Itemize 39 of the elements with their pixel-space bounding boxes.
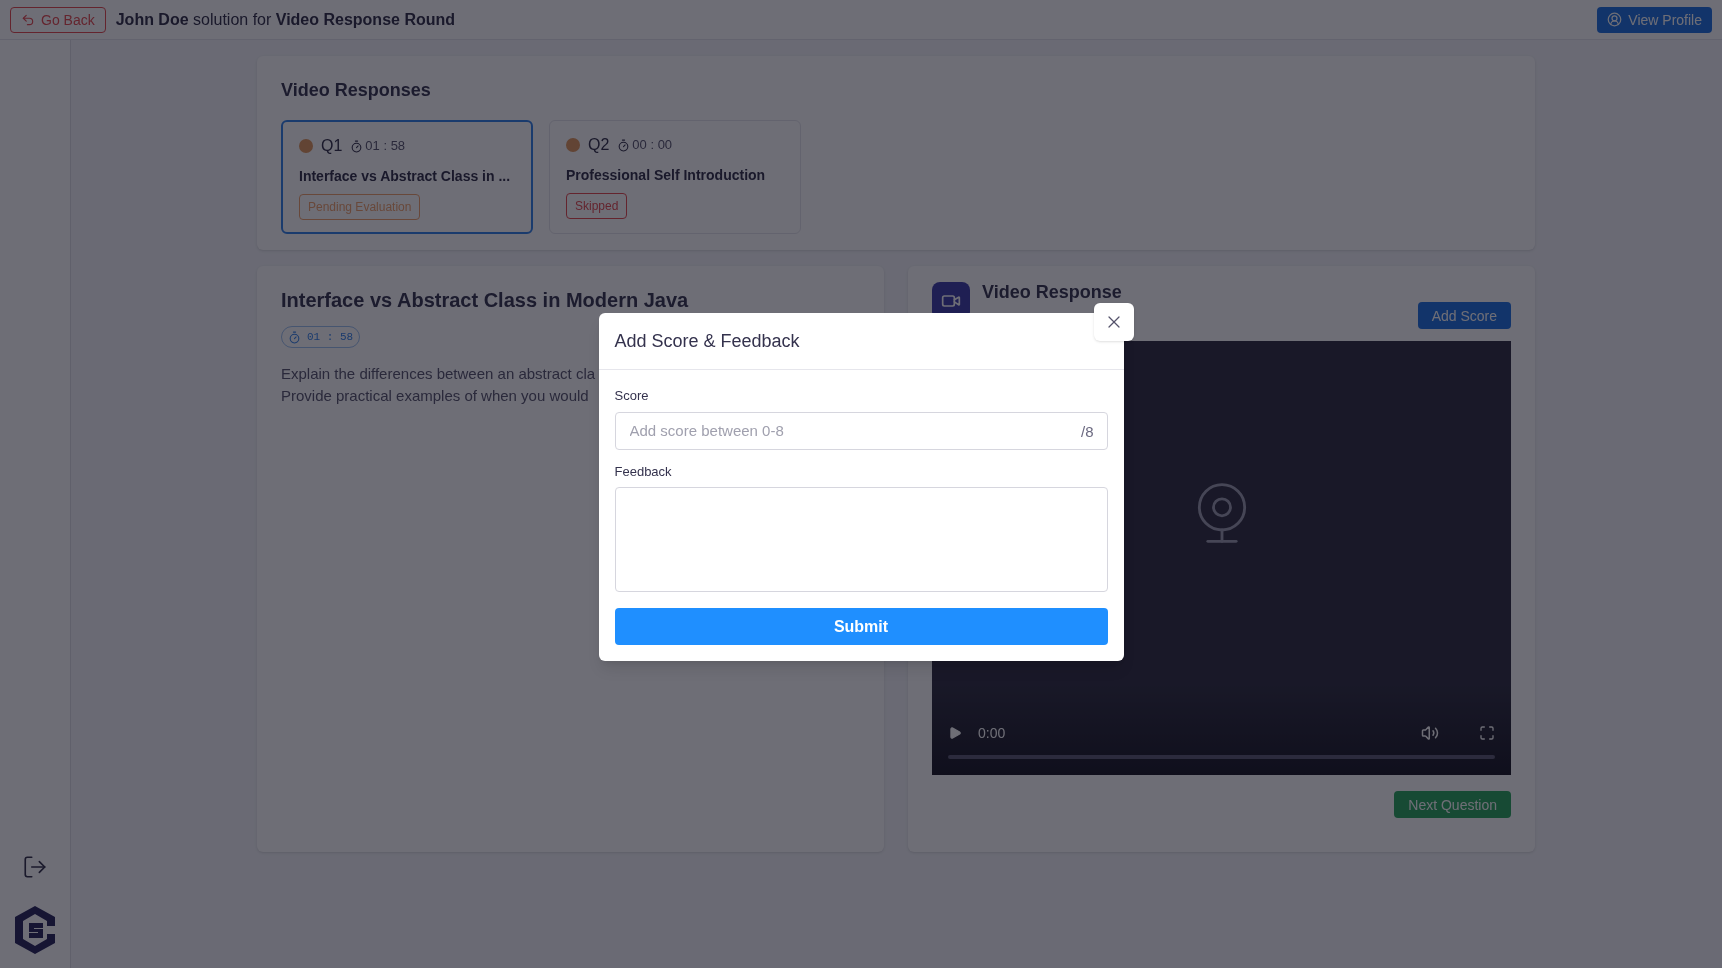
score-suffix: /8: [1081, 421, 1094, 442]
logo-icon: [13, 904, 57, 956]
timer-icon: [617, 138, 631, 152]
question-heading: Interface vs Abstract Class in Modern Java: [281, 288, 690, 313]
panel-title: Video Response: [982, 282, 1122, 302]
submit-button[interactable]: Submit: [614, 608, 1108, 645]
current-time: 0:00: [978, 724, 1006, 743]
page-title: John Doe solution for Video Response Round: [115, 9, 456, 30]
score-label: Score: [614, 387, 650, 405]
view-profile-button[interactable]: View Profile: [1597, 6, 1712, 33]
timer-icon: [288, 330, 301, 344]
question-card[interactable]: Q1 01 : 58 Interface vs Abstract Class in ... Pending Evaluation: [281, 120, 533, 234]
feedback-input[interactable]: [614, 487, 1108, 592]
question-card[interactable]: Q2 00 : 00 Professional Self Introduction Skipped: [549, 120, 801, 234]
add-score-button[interactable]: Add Score: [1417, 302, 1511, 329]
timer-icon: [350, 139, 364, 153]
go-back-button[interactable]: Go Back: [10, 6, 106, 33]
status-badge: Skipped: [566, 193, 628, 219]
description-line: Provide practical examples of when you would: [281, 385, 589, 406]
next-question-button[interactable]: Next Question: [1394, 791, 1511, 818]
user-icon: [1607, 12, 1623, 27]
question-time: 01 : 58: [365, 136, 406, 155]
close-button[interactable]: [1093, 303, 1134, 341]
description-line: Explain the differences between an abstract cla: [281, 363, 596, 384]
fullscreen-icon[interactable]: [1479, 725, 1495, 741]
back-arrow-icon: [21, 12, 35, 27]
volume-icon[interactable]: [1421, 724, 1439, 742]
timer-value: 01 : 58: [307, 329, 354, 345]
section-title: Video Responses: [281, 79, 432, 102]
question-number: Q1: [321, 136, 343, 156]
status-badge: Pending Evaluation: [299, 194, 421, 220]
logout-icon[interactable]: [22, 854, 48, 880]
play-icon[interactable]: [948, 726, 962, 740]
feedback-label: Feedback: [614, 462, 673, 481]
question-title: Interface vs Abstract Class in ...: [299, 167, 512, 186]
dialog-title: Add Score & Feedback: [614, 330, 800, 353]
question-time: 00 : 00: [632, 135, 673, 154]
question-number: Q2: [588, 135, 610, 155]
question-title: Professional Self Introduction: [566, 166, 767, 185]
